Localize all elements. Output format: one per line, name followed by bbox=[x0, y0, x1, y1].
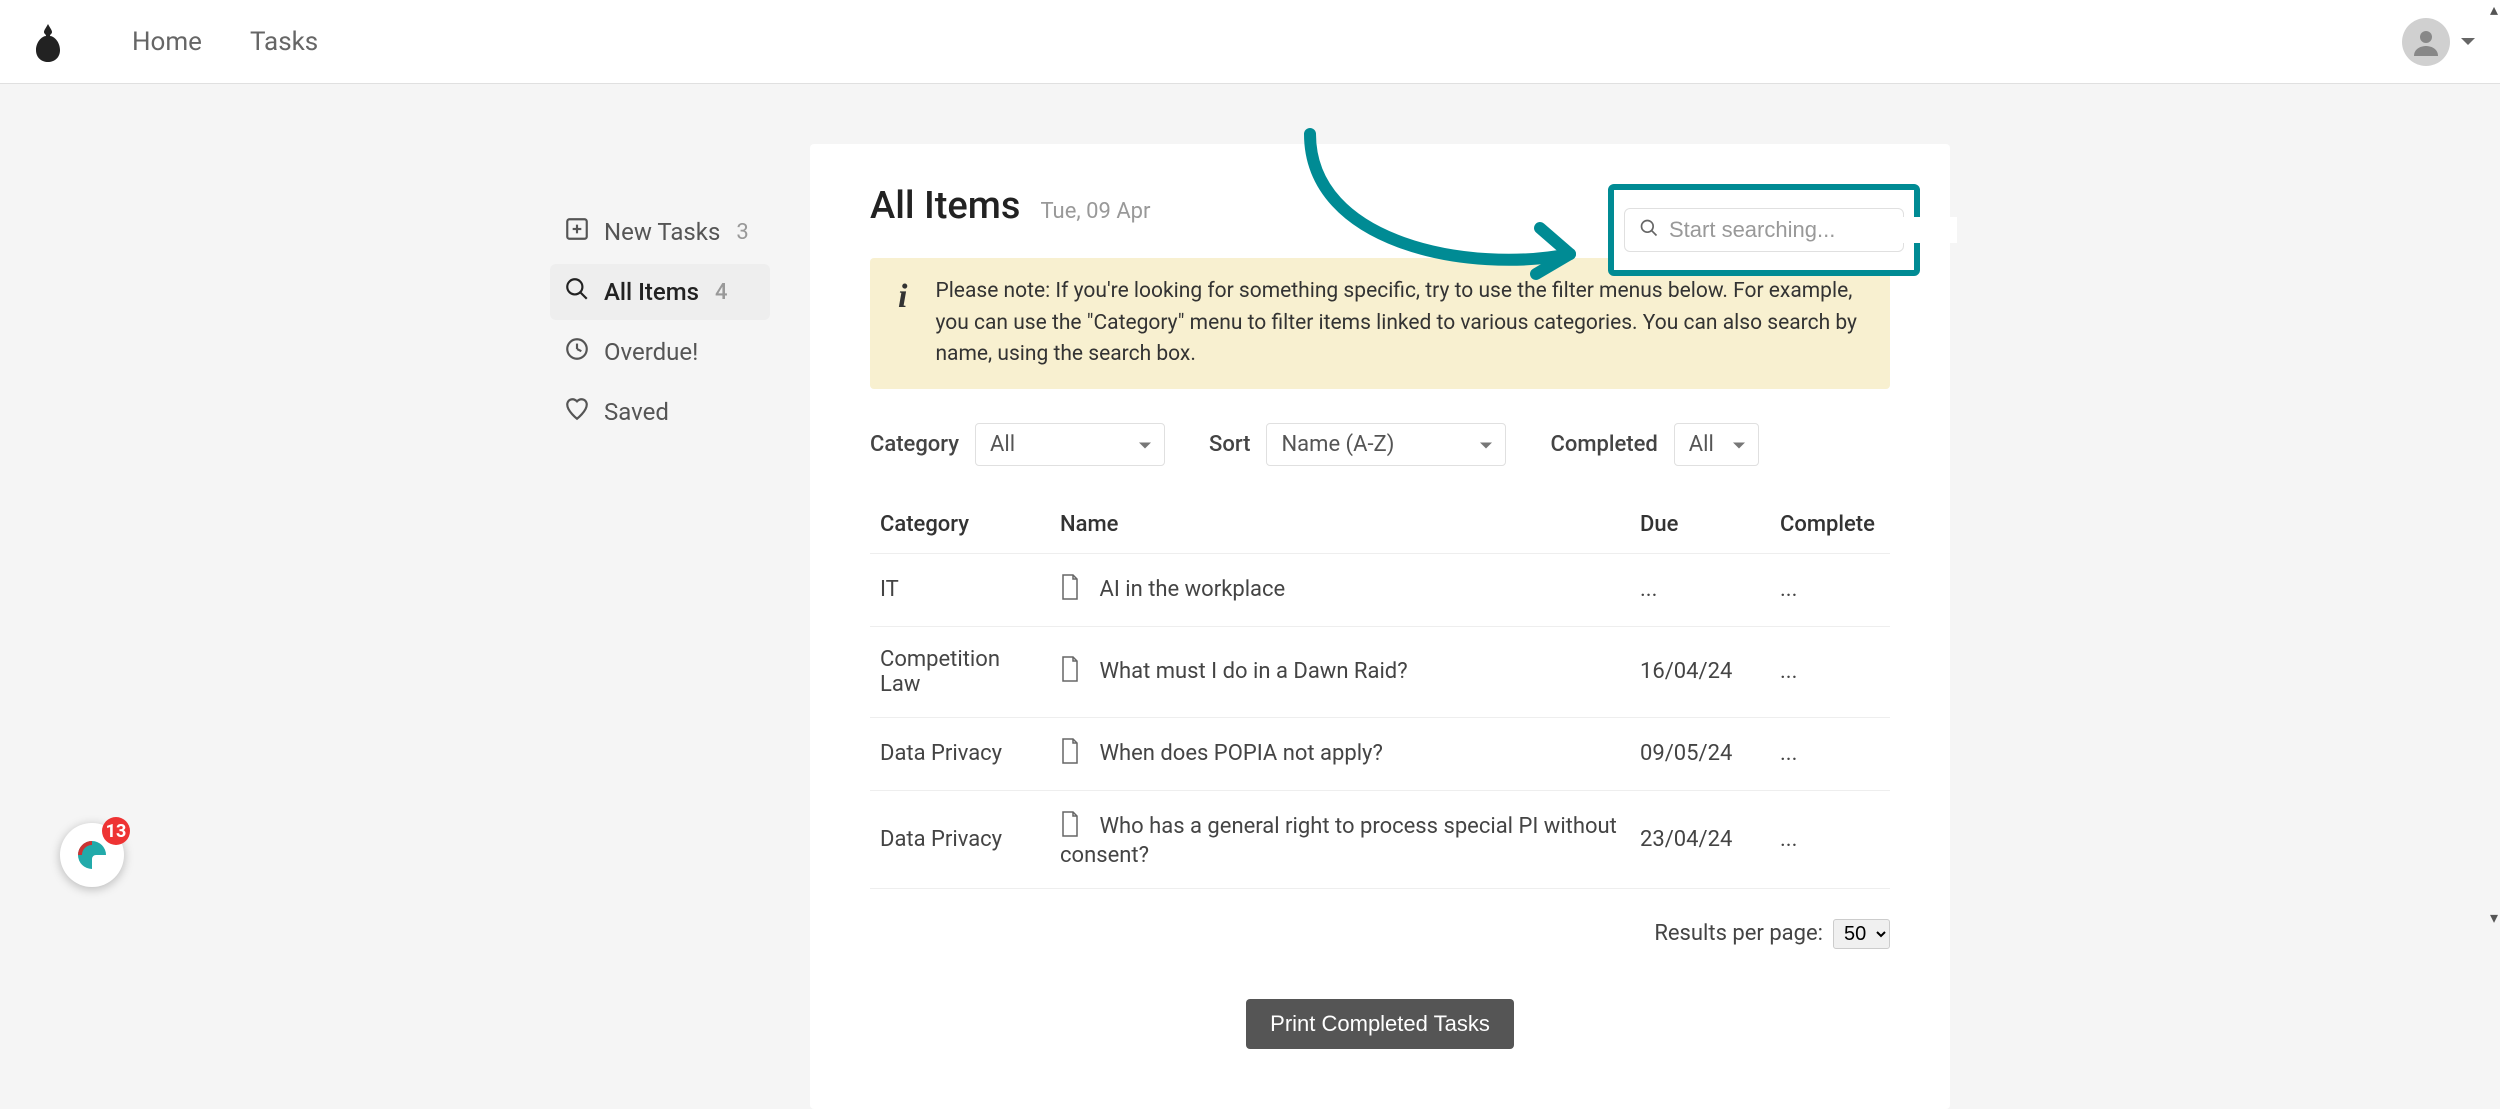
page-wrap: New Tasks 3 All Items 4 Overdue! bbox=[0, 84, 2500, 1109]
info-callout: i Please note: If you're looking for som… bbox=[870, 258, 1890, 389]
sidebar-item-label: Saved bbox=[604, 398, 669, 426]
sidebar-item-label: All Items bbox=[604, 278, 699, 306]
cell-name: AI in the workplace bbox=[1050, 553, 1630, 626]
panel-title: All Items bbox=[870, 184, 1020, 228]
table-row[interactable]: Data Privacy When does POPIA not apply? … bbox=[870, 717, 1890, 790]
sort-filter-value: Name (A-Z) bbox=[1281, 432, 1394, 457]
table-row[interactable]: IT AI in the workplace ... ... bbox=[870, 553, 1890, 626]
clock-icon bbox=[564, 336, 590, 368]
search-box[interactable] bbox=[1624, 208, 1904, 252]
cell-name: When does POPIA not apply? bbox=[1050, 717, 1630, 790]
plus-square-icon bbox=[564, 216, 590, 248]
user-menu-caret-icon[interactable] bbox=[2460, 32, 2476, 51]
sidebar-item-label: Overdue! bbox=[604, 338, 698, 366]
sidebar-item-label: New Tasks bbox=[604, 218, 720, 246]
completed-filter-value: All bbox=[1689, 432, 1714, 457]
search-icon bbox=[1639, 218, 1659, 242]
cell-category: Competition Law bbox=[870, 626, 1050, 717]
items-table: Category Name Due Complete IT AI in the … bbox=[870, 496, 1890, 889]
row-name-text: AI in the workplace bbox=[1099, 576, 1285, 601]
cell-category: IT bbox=[870, 553, 1050, 626]
chevron-down-icon bbox=[1138, 432, 1152, 457]
table-row[interactable]: Data Privacy Who has a general right to … bbox=[870, 790, 1890, 888]
sidebar-item-saved[interactable]: Saved bbox=[550, 384, 770, 440]
document-icon bbox=[1060, 574, 1080, 606]
sidebar-item-overdue[interactable]: Overdue! bbox=[550, 324, 770, 380]
info-text: Please note: If you're looking for somet… bbox=[935, 276, 1862, 371]
panel-date: Tue, 09 Apr bbox=[1040, 199, 1150, 224]
completed-filter-select[interactable]: All bbox=[1674, 423, 1759, 466]
print-row: Print Completed Tasks bbox=[870, 999, 1890, 1049]
main-panel: All Items Tue, 09 Apr bbox=[810, 144, 1950, 1109]
nav-link-home[interactable]: Home bbox=[132, 27, 202, 57]
document-icon bbox=[1060, 738, 1080, 770]
cell-due: 23/04/24 bbox=[1630, 790, 1770, 888]
chat-widget[interactable]: 13 bbox=[60, 823, 124, 887]
completed-filter-label: Completed bbox=[1550, 432, 1657, 457]
row-name-text: Who has a general right to process speci… bbox=[1060, 813, 1617, 867]
results-per-page-row: Results per page: 50 bbox=[870, 919, 1890, 949]
sidebar-item-count: 4 bbox=[715, 280, 728, 305]
chevron-down-icon bbox=[1732, 432, 1746, 457]
cell-category: Data Privacy bbox=[870, 790, 1050, 888]
cell-due: 16/04/24 bbox=[1630, 626, 1770, 717]
category-filter-label: Category bbox=[870, 432, 959, 457]
chevron-down-icon bbox=[1479, 432, 1493, 457]
cell-complete: ... bbox=[1770, 553, 1890, 626]
nav-right bbox=[2402, 18, 2476, 66]
top-nav: Home Tasks bbox=[0, 0, 2500, 84]
search-icon bbox=[564, 276, 590, 308]
sort-filter-label: Sort bbox=[1209, 432, 1250, 457]
results-per-page-label: Results per page: bbox=[1654, 921, 1823, 946]
category-filter-value: All bbox=[990, 432, 1015, 457]
cell-complete: ... bbox=[1770, 790, 1890, 888]
sidebar-item-new-tasks[interactable]: New Tasks 3 bbox=[550, 204, 770, 260]
scroll-marker-bottom-icon: ▾ bbox=[2490, 908, 2498, 927]
sidebar-item-all-items[interactable]: All Items 4 bbox=[550, 264, 770, 320]
row-name-text: What must I do in a Dawn Raid? bbox=[1099, 658, 1407, 683]
chat-badge: 13 bbox=[102, 817, 130, 845]
avatar[interactable] bbox=[2402, 18, 2450, 66]
nav-links: Home Tasks bbox=[132, 27, 318, 57]
nav-link-tasks[interactable]: Tasks bbox=[250, 27, 318, 57]
results-per-page-select[interactable]: 50 bbox=[1833, 919, 1890, 949]
col-header-category: Category bbox=[870, 496, 1050, 554]
page-inner: New Tasks 3 All Items 4 Overdue! bbox=[550, 144, 1950, 1109]
col-header-complete: Complete bbox=[1770, 496, 1890, 554]
col-header-due: Due bbox=[1630, 496, 1770, 554]
col-header-name: Name bbox=[1050, 496, 1630, 554]
category-filter-select[interactable]: All bbox=[975, 423, 1165, 466]
print-completed-button[interactable]: Print Completed Tasks bbox=[1246, 999, 1514, 1049]
cell-due: 09/05/24 bbox=[1630, 717, 1770, 790]
heart-icon bbox=[564, 396, 590, 428]
document-icon bbox=[1060, 811, 1080, 843]
info-icon: i bbox=[898, 280, 907, 314]
table-row[interactable]: Competition Law What must I do in a Dawn… bbox=[870, 626, 1890, 717]
scroll-marker-top-icon: ▴ bbox=[2490, 0, 2498, 19]
cell-complete: ... bbox=[1770, 717, 1890, 790]
cell-due: ... bbox=[1630, 553, 1770, 626]
sort-filter-select[interactable]: Name (A-Z) bbox=[1266, 423, 1506, 466]
search-highlight-marker bbox=[1608, 184, 1920, 276]
cell-category: Data Privacy bbox=[870, 717, 1050, 790]
search-input[interactable] bbox=[1669, 217, 1957, 243]
document-icon bbox=[1060, 656, 1080, 688]
cell-name: What must I do in a Dawn Raid? bbox=[1050, 626, 1630, 717]
sidebar-item-count: 3 bbox=[736, 220, 748, 245]
filter-bar: Category All Sort Name (A-Z) Completed A… bbox=[870, 423, 1890, 466]
sidebar: New Tasks 3 All Items 4 Overdue! bbox=[550, 144, 770, 1109]
cell-complete: ... bbox=[1770, 626, 1890, 717]
cell-name: Who has a general right to process speci… bbox=[1050, 790, 1630, 888]
app-logo[interactable] bbox=[24, 18, 72, 66]
row-name-text: When does POPIA not apply? bbox=[1099, 740, 1382, 765]
